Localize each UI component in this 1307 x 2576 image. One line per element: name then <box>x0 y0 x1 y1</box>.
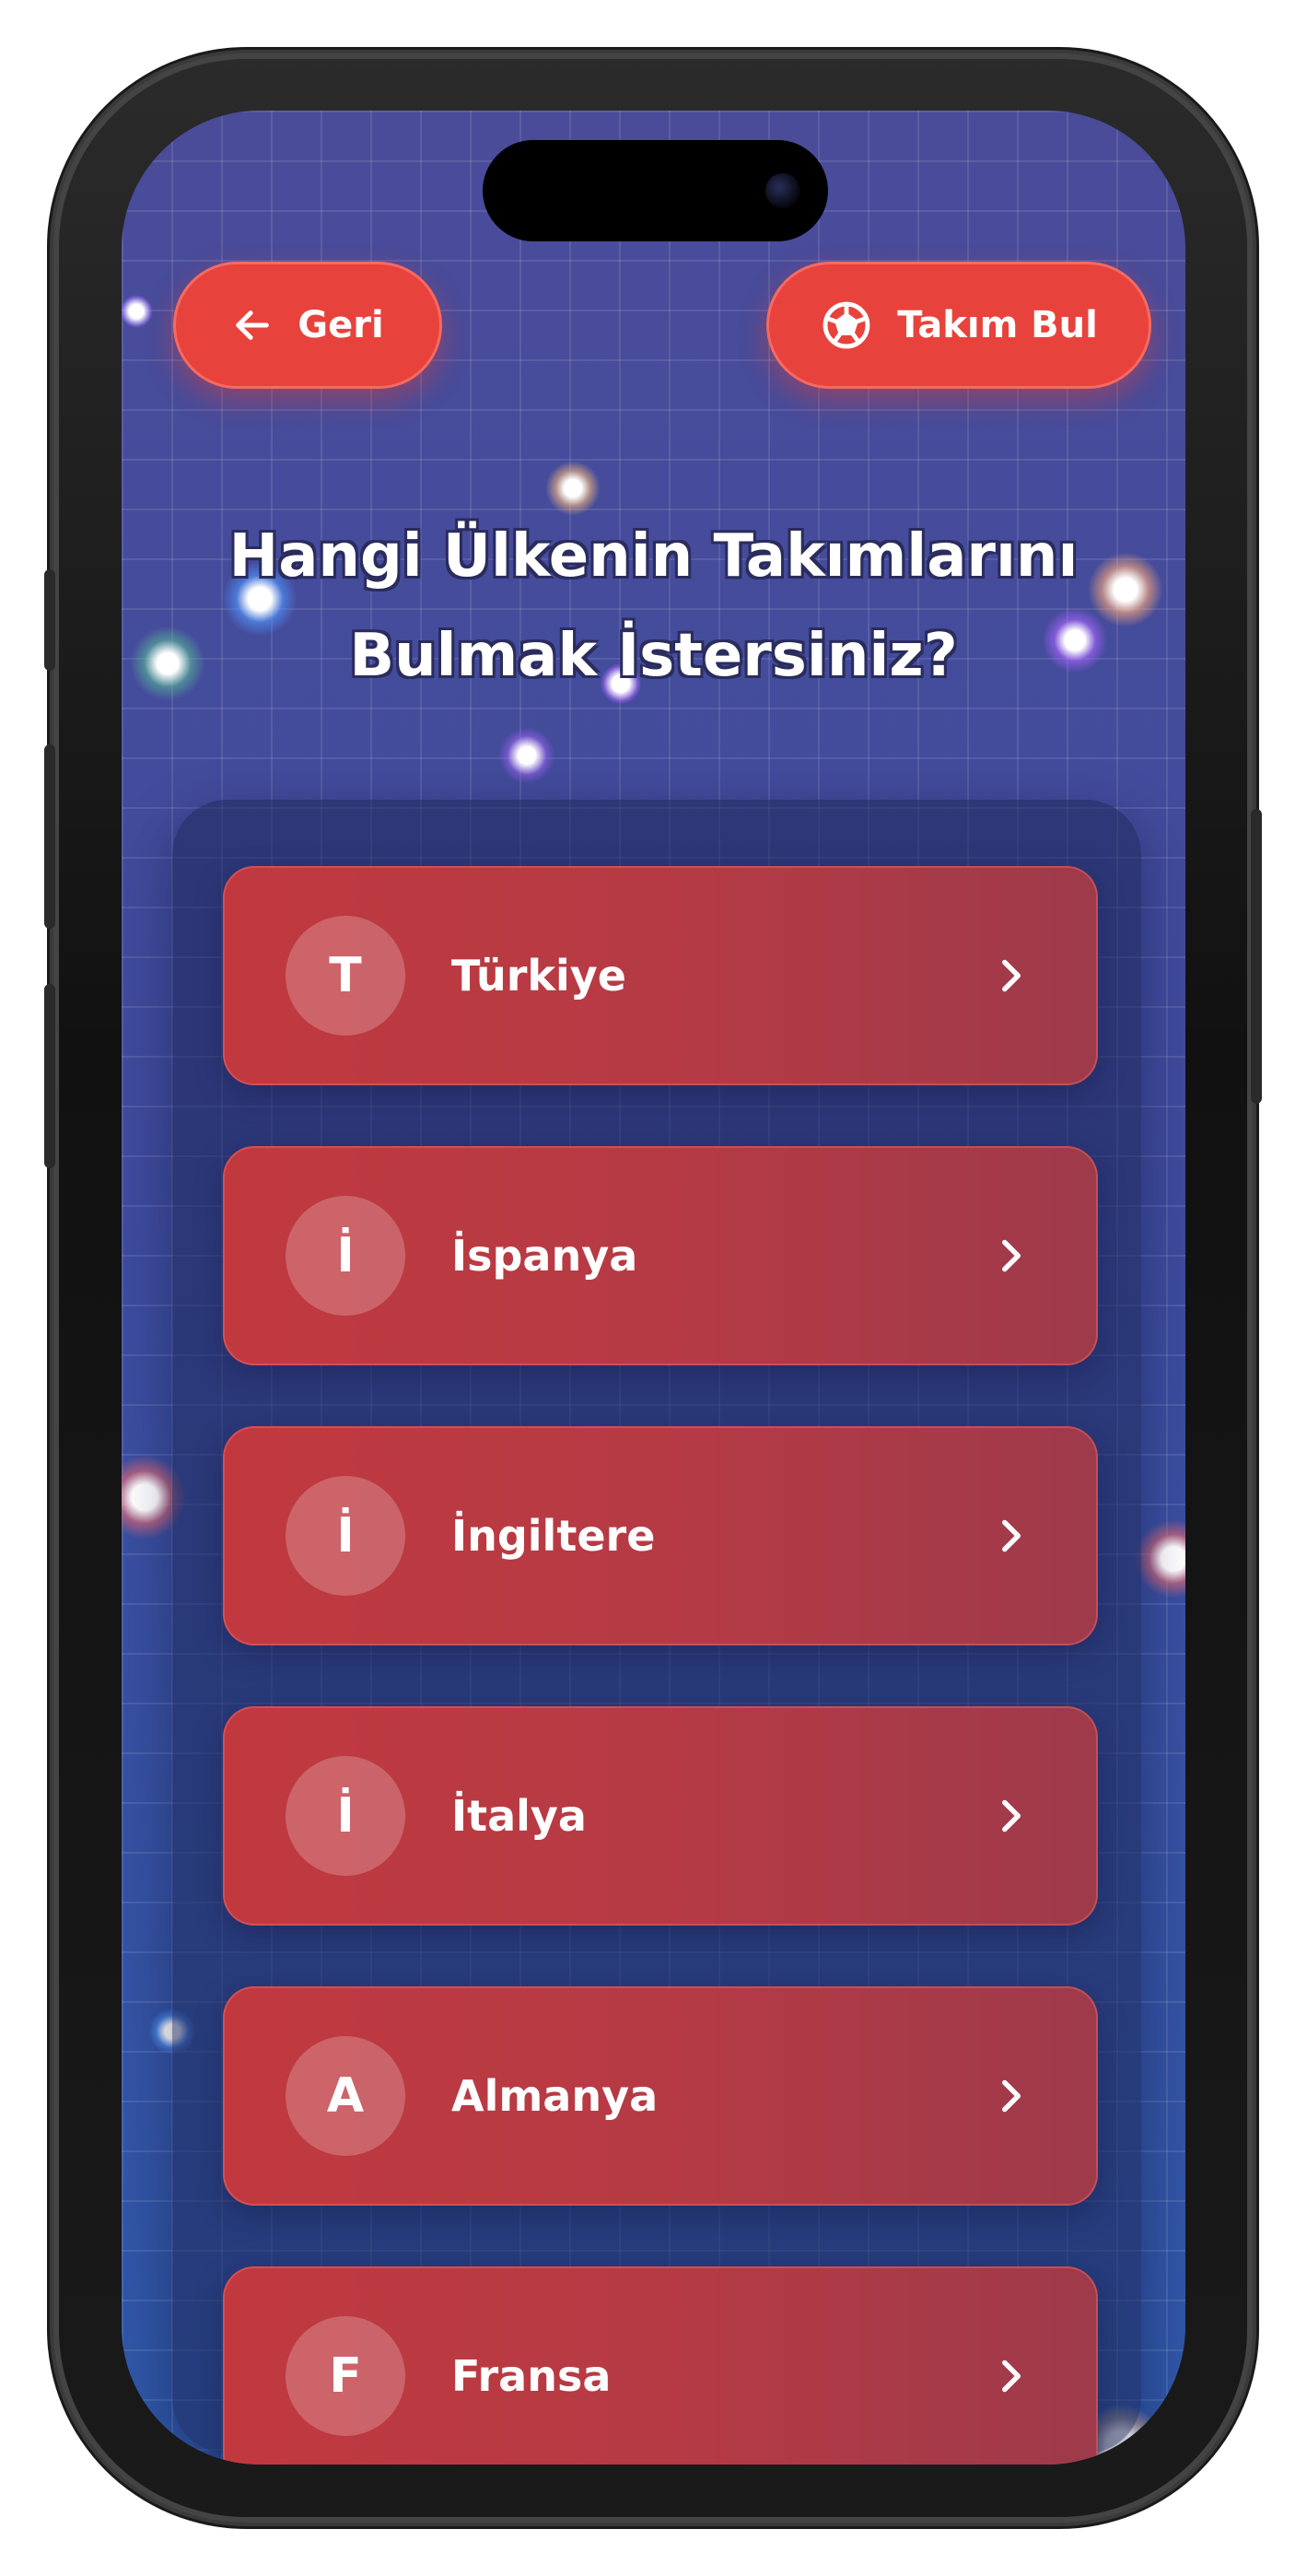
country-initial-avatar: F <box>286 2316 405 2436</box>
find-team-button[interactable]: Takım Bul <box>766 262 1151 389</box>
country-item-turkiye[interactable]: T Türkiye <box>223 866 1098 1085</box>
particle <box>499 728 554 783</box>
country-item-ispanya[interactable]: İ İspanya <box>223 1146 1098 1365</box>
country-name: İspanya <box>451 1231 638 1281</box>
chevron-right-icon <box>1002 1239 1021 1272</box>
chevron-right-icon <box>1002 1519 1021 1552</box>
chevron-right-icon <box>1002 2079 1021 2113</box>
dynamic-island <box>483 140 828 241</box>
country-initial-avatar: İ <box>286 1196 405 1316</box>
country-item-fransa[interactable]: F Fransa <box>223 2266 1098 2465</box>
chevron-right-icon <box>1002 2359 1021 2393</box>
mute-switch <box>44 569 55 671</box>
country-initial-avatar: İ <box>286 1476 405 1596</box>
country-item-italya[interactable]: İ İtalya <box>223 1706 1098 1926</box>
soccer-ball-icon <box>823 301 870 349</box>
camera <box>765 173 800 208</box>
back-button[interactable]: Geri <box>173 262 442 389</box>
country-initial-avatar: T <box>286 916 405 1036</box>
back-label: Geri <box>298 304 384 346</box>
page-title: Hangi Ülkenin Takımlarını Bulmak İstersi… <box>122 507 1185 706</box>
country-initial-avatar: İ <box>286 1756 405 1876</box>
country-name: Türkiye <box>451 951 626 1001</box>
volume-up-button <box>44 744 55 929</box>
volume-down-button <box>44 984 55 1168</box>
chevron-right-icon <box>1002 959 1021 992</box>
country-name: Almanya <box>451 2071 659 2121</box>
country-item-almanya[interactable]: A Almanya <box>223 1986 1098 2206</box>
country-name: Fransa <box>451 2351 612 2401</box>
title-line-1: Hangi Ülkenin Takımlarını <box>228 522 1079 591</box>
country-initial-avatar: A <box>286 2036 405 2156</box>
country-name: İtalya <box>451 1791 587 1841</box>
find-team-label: Takım Bul <box>897 304 1098 346</box>
chevron-right-icon <box>1002 1799 1021 1832</box>
country-name: İngiltere <box>451 1511 656 1561</box>
country-item-ingiltere[interactable]: İ İngiltere <box>223 1426 1098 1645</box>
power-button <box>1251 809 1262 1104</box>
arrow-left-icon <box>236 310 270 340</box>
title-line-2: Bulmak İstersiniz? <box>349 622 958 690</box>
app-screen: Geri Takım Bul Hangi Ülkenin Takımlarını… <box>122 111 1185 2465</box>
